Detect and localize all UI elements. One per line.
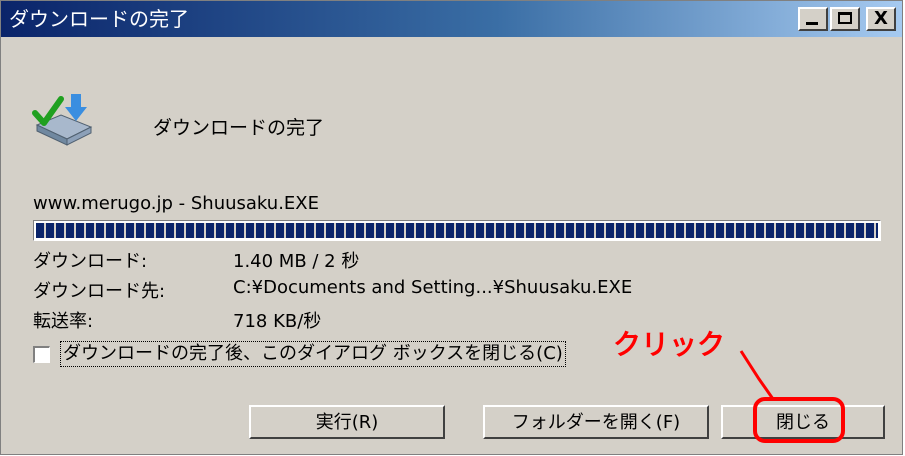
title-bar[interactable]: ダウンロードの完了 X — [1, 1, 902, 37]
title-bar-controls: X — [798, 7, 896, 31]
maximize-icon — [838, 12, 852, 24]
window-title: ダウンロードの完了 — [9, 7, 189, 31]
close-icon: X — [874, 8, 888, 29]
download-source: www.merugo.jp - Shuusaku.EXE — [33, 193, 319, 214]
close-on-complete-checkbox[interactable] — [33, 345, 50, 363]
transfer-rate-label: 転送率: — [33, 311, 94, 332]
close-on-complete-label[interactable]: ダウンロードの完了後、このダイアログ ボックスを閉じる(C) — [60, 341, 566, 367]
transfer-rate-value: 718 KB/秒 — [233, 311, 322, 332]
progress-fill — [36, 223, 878, 238]
dialog-heading: ダウンロードの完了 — [153, 117, 325, 139]
download-complete-dialog: ダウンロードの完了 X ダウンロードの完了 www.merugo.jp - Sh… — [0, 0, 903, 455]
minimize-icon — [806, 22, 818, 25]
minimize-button[interactable] — [798, 7, 828, 31]
destination-label: ダウンロード先: — [33, 281, 166, 302]
close-button[interactable]: 閉じる — [721, 405, 885, 439]
run-button[interactable]: 実行(R) — [249, 405, 445, 439]
close-window-button[interactable]: X — [866, 7, 896, 31]
download-complete-icon — [32, 94, 93, 146]
open-folder-button[interactable]: フォルダーを開く(F) — [483, 405, 709, 439]
downloaded-label: ダウンロード: — [33, 251, 148, 272]
click-callout: クリック — [613, 328, 726, 361]
downloaded-value: 1.40 MB / 2 秒 — [233, 251, 360, 272]
progress-bar — [33, 220, 881, 241]
destination-value: C:¥Documents and Setting...¥Shuusaku.EXE — [233, 277, 633, 298]
close-on-complete-option[interactable]: ダウンロードの完了後、このダイアログ ボックスを閉じる(C) — [33, 341, 566, 367]
maximize-button[interactable] — [830, 7, 860, 31]
